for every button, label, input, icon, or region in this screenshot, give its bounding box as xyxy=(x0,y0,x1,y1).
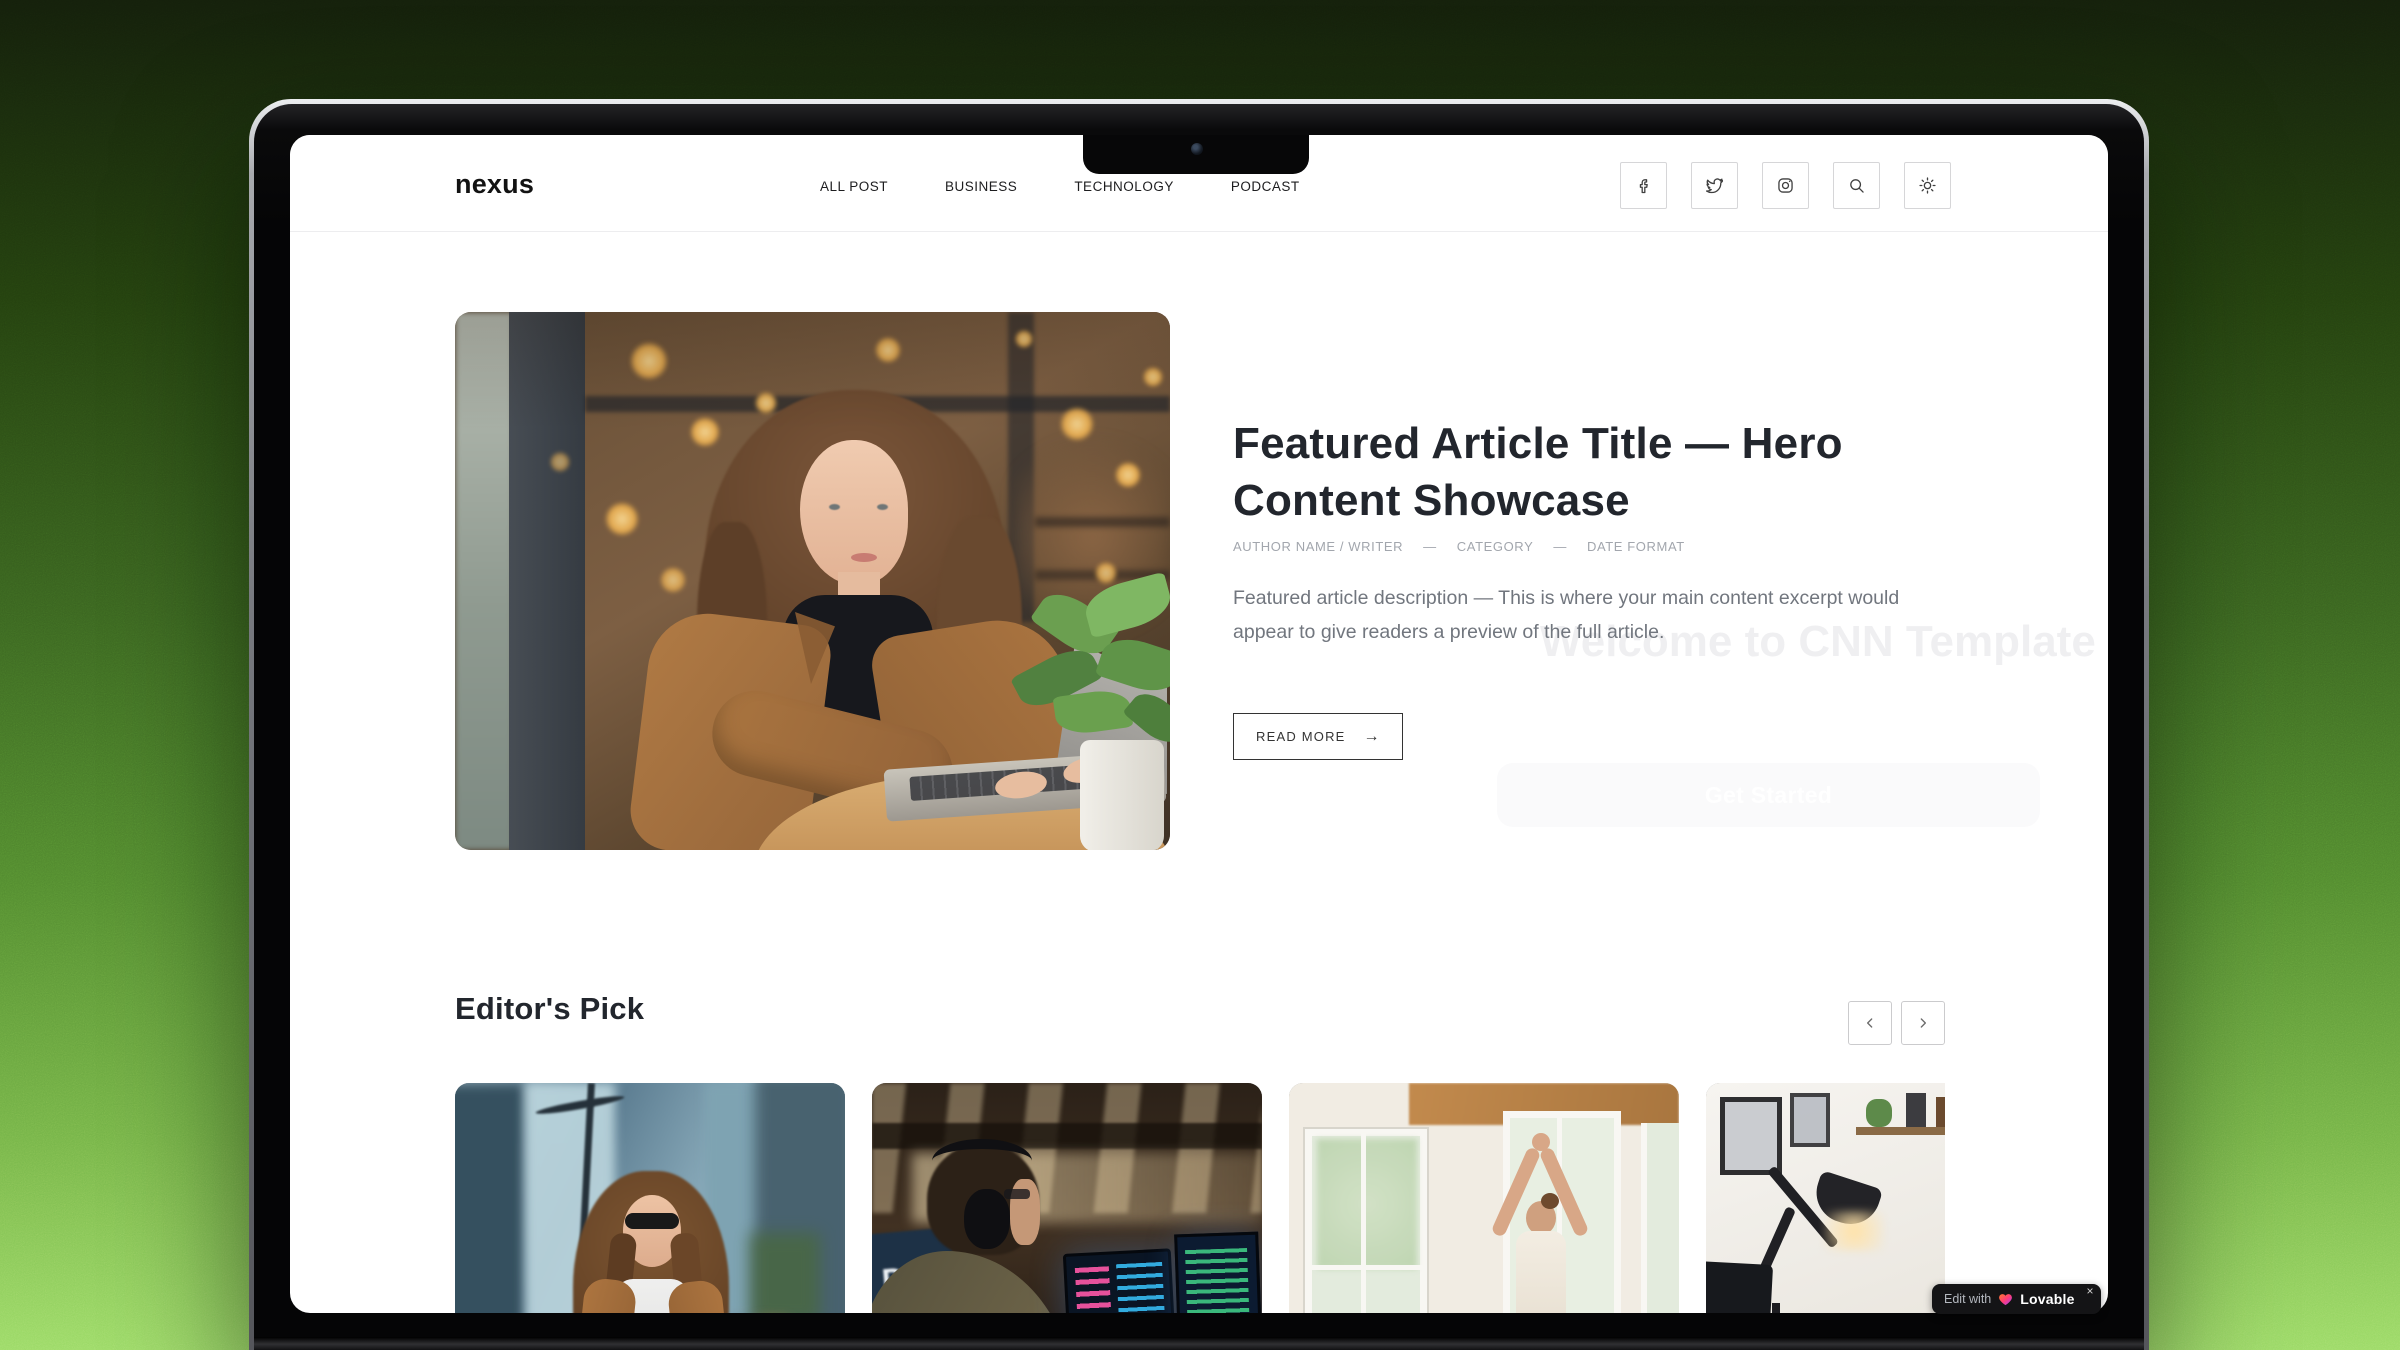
theme-toggle-button[interactable] xyxy=(1904,162,1951,209)
instagram-button[interactable] xyxy=(1762,162,1809,209)
shelf-plant xyxy=(1866,1099,1892,1127)
window-mullion xyxy=(1309,1265,1423,1270)
code-lines xyxy=(1116,1262,1170,1313)
photo-layer xyxy=(872,1123,1262,1149)
category-label[interactable]: CATEGORY xyxy=(1457,539,1534,554)
shelf-book xyxy=(1906,1093,1926,1127)
meta-separator: — xyxy=(1553,539,1567,554)
featured-title: Featured Article Title — Hero Content Sho… xyxy=(1233,415,1873,529)
sunglasses xyxy=(625,1213,679,1229)
shelf xyxy=(1856,1127,1945,1135)
theme-light-icon xyxy=(1917,175,1938,196)
editors-pick-carousel: DV xyxy=(455,1083,1945,1313)
twitter-button[interactable] xyxy=(1691,162,1738,209)
main-nav: ALL POST BUSINESS TECHNOLOGY PODCAST xyxy=(820,179,1300,194)
author-label[interactable]: AUTHOR NAME / WRITER xyxy=(1233,539,1403,554)
featured-description: Featured article description — This is w… xyxy=(1233,581,1913,649)
hair-bun xyxy=(1541,1193,1559,1209)
nav-podcast[interactable]: PODCAST xyxy=(1231,179,1300,194)
read-more-label: READ MORE xyxy=(1256,729,1346,744)
editors-pick-card[interactable] xyxy=(1706,1083,1945,1313)
headphones xyxy=(964,1189,1010,1249)
shelf-box xyxy=(1936,1097,1945,1127)
wall-frame xyxy=(1720,1097,1782,1175)
lovable-badge[interactable]: Edit with Lovable × xyxy=(1932,1284,2101,1314)
heart-icon xyxy=(1998,1292,2013,1307)
chevron-right-icon xyxy=(1915,1015,1931,1031)
window-mullion xyxy=(1361,1133,1366,1313)
laptop-bezel: nexus ALL POST BUSINESS TECHNOLOGY PODCA… xyxy=(254,104,2144,1350)
carousel-prev-button[interactable] xyxy=(1848,1001,1892,1045)
laptop-hinge xyxy=(254,1337,2144,1350)
featured-title-line2: Content Showcase xyxy=(1233,476,1630,525)
date-label: DATE FORMAT xyxy=(1587,539,1685,554)
editors-pick-card[interactable]: DV xyxy=(872,1083,1262,1313)
photo-layer xyxy=(750,1233,820,1313)
close-icon[interactable]: × xyxy=(2087,1285,2094,1297)
ghost-get-started-button: Get Started xyxy=(1497,763,2040,827)
window xyxy=(1641,1123,1679,1313)
wall-frame xyxy=(1790,1093,1830,1147)
meta-separator: — xyxy=(1423,539,1437,554)
facebook-button[interactable] xyxy=(1620,162,1667,209)
featured-meta: AUTHOR NAME / WRITER — CATEGORY — DATE F… xyxy=(1233,539,1685,554)
lamp-pole xyxy=(1772,1303,1780,1313)
photo-layer xyxy=(1317,1139,1417,1269)
editors-pick-card[interactable] xyxy=(455,1083,845,1313)
nav-all-post[interactable]: ALL POST xyxy=(820,179,888,194)
woman-hands xyxy=(1532,1133,1550,1151)
webcam-icon xyxy=(1191,143,1203,155)
badge-prefix: Edit with xyxy=(1944,1292,1991,1306)
ghost-button-label: Get Started xyxy=(1705,782,1832,809)
carousel-next-button[interactable] xyxy=(1901,1001,1945,1045)
chevron-left-icon xyxy=(1862,1015,1878,1031)
search-icon xyxy=(1846,175,1867,196)
glasses xyxy=(1004,1189,1030,1199)
nav-business[interactable]: BUSINESS xyxy=(945,179,1017,194)
read-more-button[interactable]: READ MORE → xyxy=(1233,713,1403,760)
monitor xyxy=(1706,1261,1773,1313)
code-lines xyxy=(1185,1248,1253,1313)
nav-technology[interactable]: TECHNOLOGY xyxy=(1074,179,1174,194)
featured-image[interactable] xyxy=(455,312,1170,850)
badge-brand: Lovable xyxy=(2020,1291,2074,1307)
woman-torso xyxy=(1516,1231,1566,1313)
instagram-icon xyxy=(1775,175,1796,196)
desktop-background: nexus ALL POST BUSINESS TECHNOLOGY PODCA… xyxy=(0,0,2400,1350)
featured-title-line1: Featured Article Title — Hero xyxy=(1233,419,1843,468)
editors-pick-card[interactable] xyxy=(1289,1083,1679,1313)
photo-layer xyxy=(455,312,1170,850)
code-lines xyxy=(1075,1266,1115,1313)
arrow-right-icon: → xyxy=(1364,728,1380,746)
header-actions xyxy=(1620,162,1951,209)
site-logo[interactable]: nexus xyxy=(455,169,534,200)
editors-pick-heading: Editor's Pick xyxy=(455,991,644,1027)
browser-viewport: nexus ALL POST BUSINESS TECHNOLOGY PODCA… xyxy=(290,135,2108,1313)
headphones xyxy=(932,1139,1032,1183)
search-button[interactable] xyxy=(1833,162,1880,209)
laptop-mockup: nexus ALL POST BUSINESS TECHNOLOGY PODCA… xyxy=(249,99,2149,1350)
laptop-notch xyxy=(1083,135,1309,174)
photo-layer xyxy=(455,1083,525,1313)
twitter-icon xyxy=(1704,175,1725,196)
facebook-icon xyxy=(1633,175,1654,196)
lamp-glow xyxy=(1824,1211,1884,1251)
